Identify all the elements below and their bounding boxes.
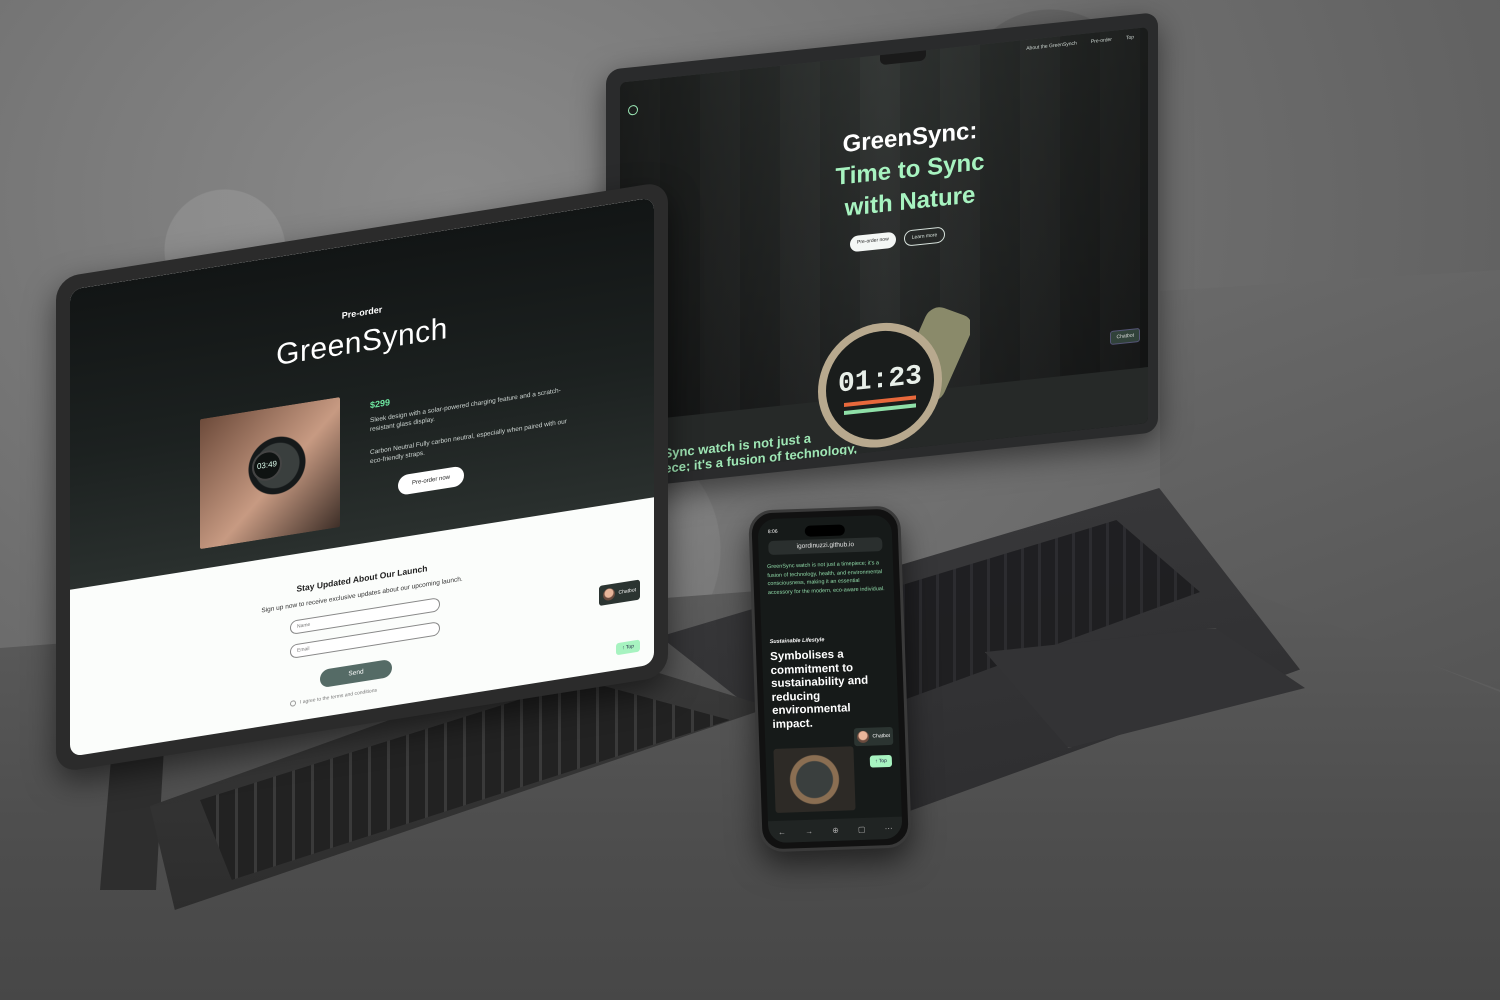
avatar (603, 587, 616, 602)
laptop-webpage: About the GreenSynch Pre-order Top Green… (620, 27, 1148, 479)
watch-image (773, 746, 856, 813)
status-time: 8:06 (767, 528, 778, 536)
terms-checkbox[interactable]: I agree to the terms and conditions (290, 687, 377, 707)
chatbot-button[interactable]: Chatbot (599, 579, 640, 606)
new-tab-icon[interactable]: ⊕ (832, 825, 839, 834)
section-headline: Symbolises a commitment to sustainabilit… (769, 648, 869, 731)
avatar (857, 730, 870, 744)
product-photo: 03:49 (200, 397, 340, 550)
terms-label: I agree to the terms and conditions (300, 687, 377, 706)
section-kicker: Sustainable Lifestyle (769, 637, 825, 646)
back-to-top-button[interactable]: ↑ Top (869, 754, 893, 768)
chatbot-label: Chatbot (872, 732, 891, 740)
chatbot-button[interactable]: Chatbot (854, 726, 894, 747)
address-bar[interactable]: igordinuzzi.github.io (768, 537, 883, 556)
forward-arrow-icon[interactable]: → (805, 826, 813, 835)
nav-link-top[interactable]: Top (1126, 35, 1134, 42)
tabs-icon[interactable]: ▢ (858, 824, 866, 833)
intro-text: GreenSync watch is not just a timepiece;… (766, 560, 885, 596)
laptop-screen: About the GreenSynch Pre-order Top Green… (606, 11, 1158, 491)
browser-toolbar: ← → ⊕ ▢ ⋯ (767, 816, 903, 844)
watch-face: 03:49 (252, 448, 282, 483)
tablet-webpage: Pre-order GreenSynch 03:49 $299 Sleek de… (70, 197, 654, 757)
phone-device: 8:06 igordinuzzi.github.io GreenSync wat… (748, 505, 912, 853)
checkbox-icon[interactable] (290, 699, 296, 707)
menu-icon[interactable]: ⋯ (884, 823, 892, 832)
back-arrow-icon[interactable]: ← (778, 827, 786, 836)
chatbot-label: Chatbot (618, 587, 636, 596)
chatbot-label: Chatbot (1116, 332, 1134, 341)
dynamic-island (804, 524, 845, 537)
back-to-top-button[interactable]: ↑ Top (616, 639, 640, 656)
phone-webpage: 8:06 igordinuzzi.github.io GreenSync wat… (757, 514, 903, 844)
send-button[interactable]: Send (320, 658, 392, 689)
tablet-device: Pre-order GreenSynch 03:49 $299 Sleek de… (56, 181, 668, 773)
